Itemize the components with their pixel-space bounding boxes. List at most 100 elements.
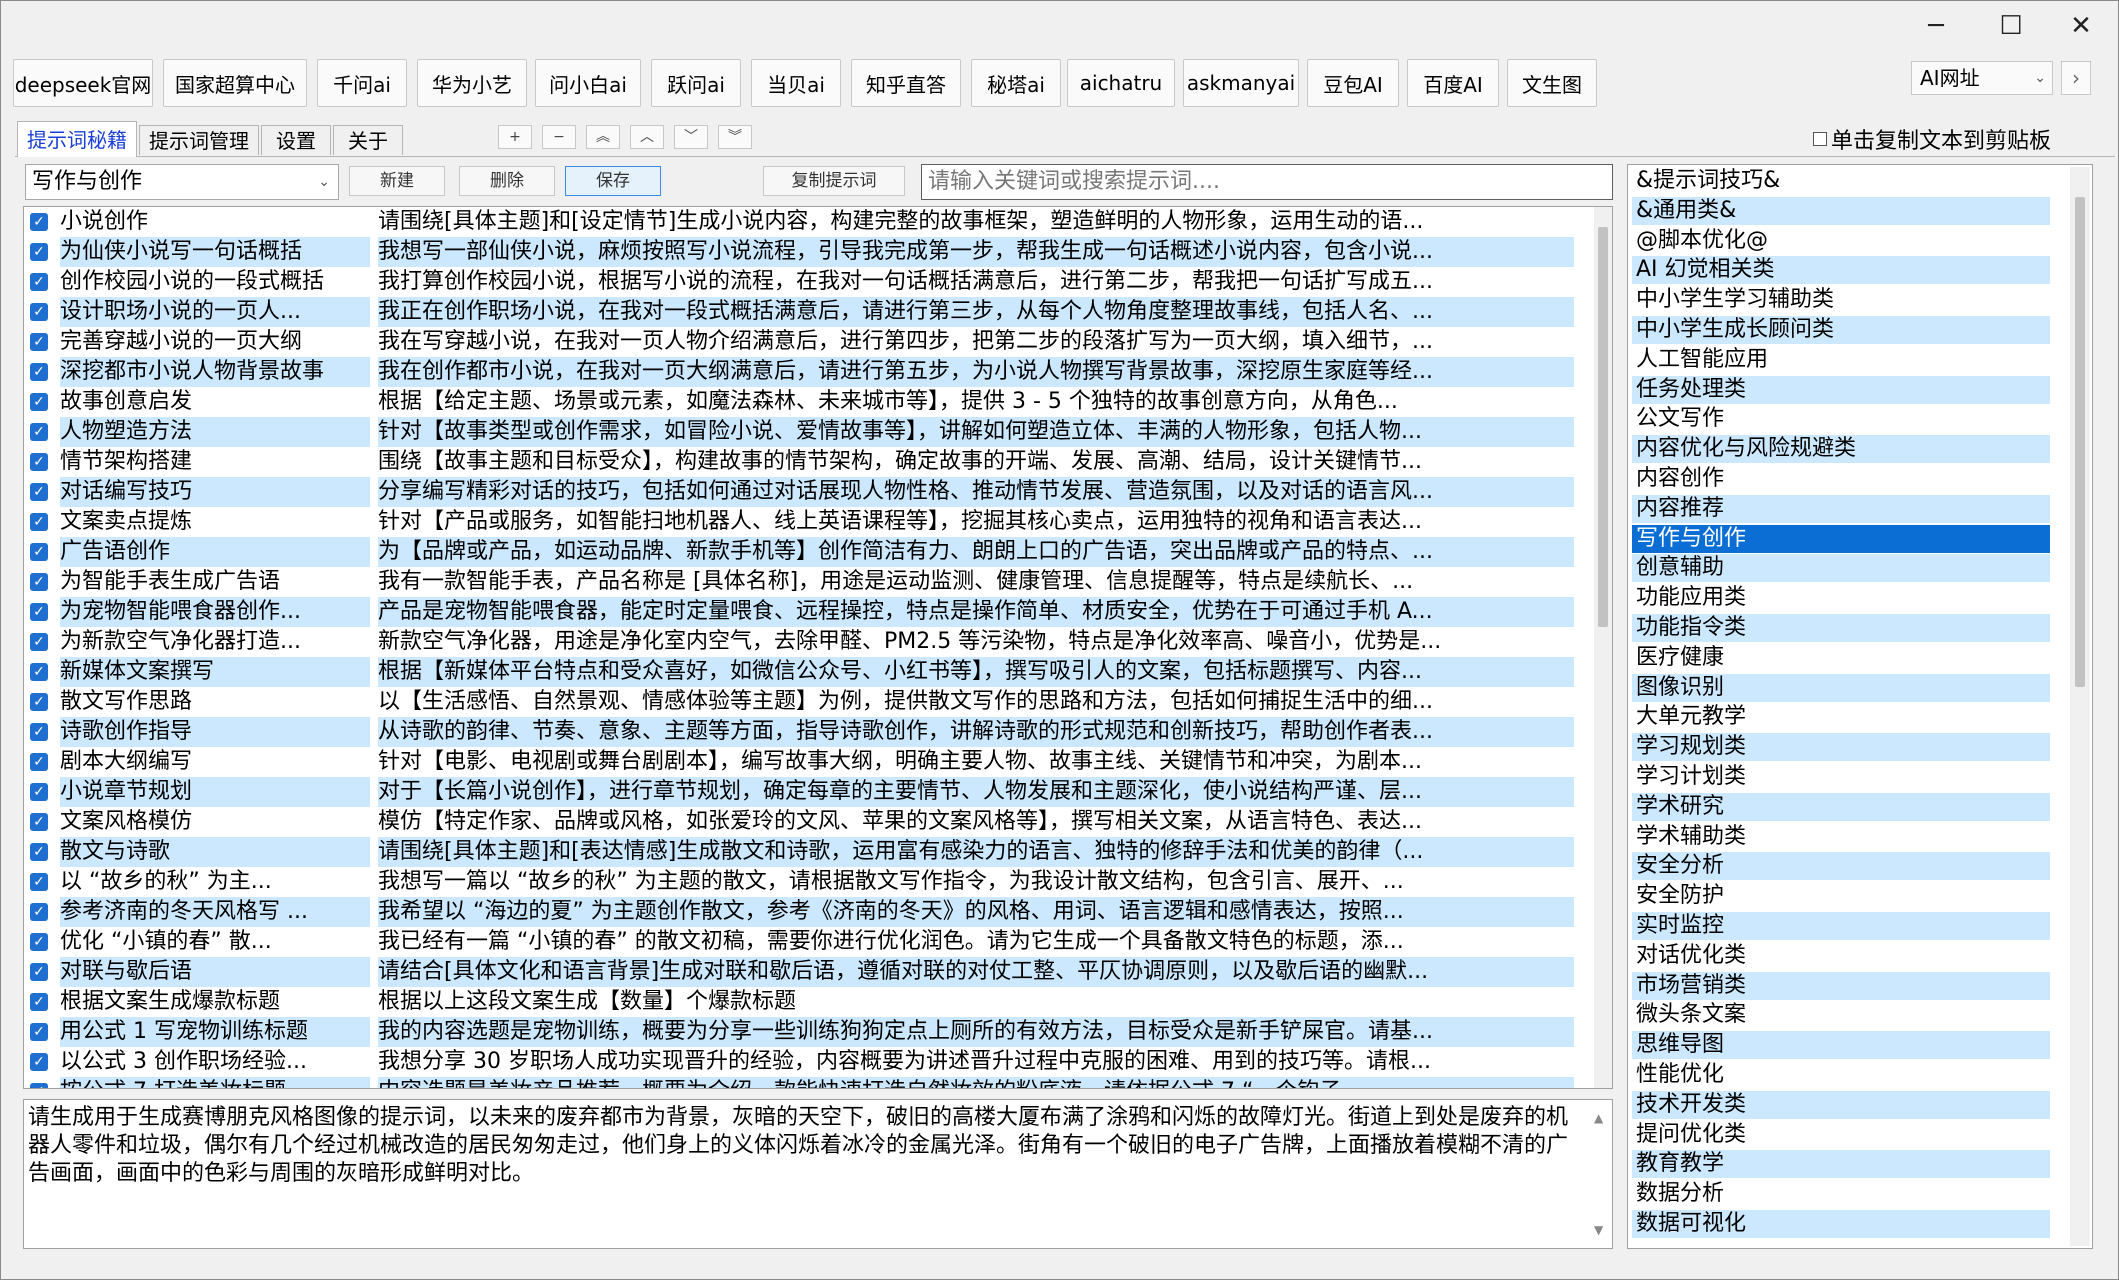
checkbox-checked-icon[interactable]: ✓: [30, 813, 48, 831]
prompt-detail-text[interactable]: 请生成用于生成赛博朋克风格图像的提示词，以未来的废弃都市为背景，灰暗的天空下，破…: [23, 1099, 1613, 1249]
category-list[interactable]: &提示词技巧& &通用类& @脚本优化@ AI 幻觉相关类 中小学生学习辅助类 中小学生成…: [1627, 164, 2093, 1249]
category-item[interactable]: 创意辅助: [1632, 554, 2050, 583]
checkbox-checked-icon[interactable]: ✓: [30, 753, 48, 771]
checkbox-checked-icon[interactable]: ✓: [30, 1053, 48, 1071]
checkbox-checked-icon[interactable]: ✓: [30, 933, 48, 951]
scroll-down-icon[interactable]: ▼: [1594, 1216, 1603, 1244]
nav-button-wenxiaobai[interactable]: 问小白ai: [535, 59, 641, 107]
nav-button-aichatru[interactable]: aichatru: [1067, 59, 1175, 107]
prompt-row[interactable]: ✓ 用公式 1 写宠物训练标题 我的内容选题是宠物训练，概要为分享一些训练狗狗定点上…: [24, 1017, 1574, 1047]
prompt-row[interactable]: ✓ 剧本大纲编写 针对【电影、电视剧或舞台剧剧本】，编写故事大纲，明确主要人物、故事…: [24, 747, 1574, 777]
prompt-row[interactable]: ✓ 故事创意启发 根据【给定主题、场景或元素，如魔法森林、未来城市等】，提供 3 -…: [24, 387, 1574, 417]
category-item[interactable]: 学习规划类: [1632, 733, 2050, 762]
category-item[interactable]: 提问优化类: [1632, 1121, 2050, 1149]
detail-scrollbar[interactable]: ▲ ▼: [1592, 1102, 1610, 1246]
prompt-row[interactable]: ✓ 文案风格模仿 模仿【特定作家、品牌或风格，如张爱玲的文风、苹果的文案风格等】，撰…: [24, 807, 1574, 837]
prompt-row[interactable]: ✓ 为新款空气净化器打造... 新款空气净化器，用途是净化室内空气，去除甲醛、PM2…: [24, 627, 1574, 657]
category-item[interactable]: 内容创作: [1632, 465, 2050, 493]
new-button[interactable]: 新建: [349, 166, 445, 196]
category-item[interactable]: 市场营销类: [1632, 971, 2050, 1000]
prompt-row[interactable]: ✓ 深挖都市小说人物背景故事 我在创作都市小说，在我对一页大纲满意后，请进行第五步，…: [24, 357, 1574, 387]
ai-url-select[interactable]: AI网址 ⌄: [1911, 61, 2053, 95]
prompt-row[interactable]: ✓ 设计职场小说的一页人... 我正在创作职场小说，在我对一段式概括满意后，请进行第…: [24, 297, 1574, 327]
checkbox-checked-icon[interactable]: ✓: [30, 963, 48, 981]
checkbox-checked-icon[interactable]: ✓: [30, 543, 48, 561]
checkbox-checked-icon[interactable]: ✓: [30, 513, 48, 531]
nav-button-baidu[interactable]: 百度AI: [1407, 59, 1499, 107]
checkbox-checked-icon[interactable]: ✓: [30, 993, 48, 1011]
category-item[interactable]: 安全防护: [1632, 882, 2050, 910]
prompt-list[interactable]: ✓ 小说创作 请围绕[具体主题]和[设定情节]生成小说内容，构建完整的故事框架，塑造…: [23, 206, 1613, 1089]
checkbox-checked-icon[interactable]: ✓: [30, 483, 48, 501]
move-down-button[interactable]: ﹀: [674, 125, 708, 149]
category-item[interactable]: 内容推荐: [1632, 494, 2050, 523]
checkbox-checked-icon[interactable]: ✓: [30, 903, 48, 921]
move-bottom-button[interactable]: ︾: [718, 125, 752, 149]
prompt-row[interactable]: ✓ 为仙侠小说写一句话概括 我想写一部仙侠小说，麻烦按照写小说流程，引导我完成第一步…: [24, 237, 1574, 267]
tab-prompt-management[interactable]: 提示词管理: [139, 125, 259, 155]
category-item[interactable]: 思维导图: [1632, 1031, 2050, 1060]
category-item[interactable]: 数据可视化: [1632, 1210, 2050, 1238]
category-item[interactable]: 中小学生学习辅助类: [1632, 286, 2050, 314]
category-item[interactable]: 微头条文案: [1632, 1001, 2050, 1029]
prompt-row[interactable]: ✓ 散文与诗歌 请围绕[具体主题]和[表达情感]生成散文和诗歌，运用富有感染力的语言…: [24, 837, 1574, 867]
category-item[interactable]: 性能优化: [1632, 1061, 2050, 1089]
checkbox-checked-icon[interactable]: ✓: [30, 333, 48, 351]
category-item[interactable]: 学术辅助类: [1632, 823, 2050, 851]
delete-button[interactable]: 删除: [459, 166, 555, 196]
move-up-button[interactable]: ︿: [630, 125, 664, 149]
nav-button-dangbei[interactable]: 当贝ai: [751, 59, 841, 107]
category-item[interactable]: 图像识别: [1632, 673, 2050, 702]
checkbox-checked-icon[interactable]: ✓: [30, 243, 48, 261]
prompt-row[interactable]: ✓ 情节架构搭建 围绕【故事主题和目标受众】，构建故事的情节架构，确定故事的开端、发…: [24, 447, 1574, 477]
category-item[interactable]: &提示词技巧&: [1632, 167, 2050, 195]
category-select[interactable]: 写作与创作 ⌄: [25, 164, 339, 200]
checkbox-checked-icon[interactable]: ✓: [30, 1023, 48, 1041]
checkbox-checked-icon[interactable]: ✓: [30, 303, 48, 321]
nav-button-doubao[interactable]: 豆包AI: [1307, 59, 1399, 107]
nav-button-huawei-xiaoyi[interactable]: 华为小艺: [417, 59, 527, 107]
add-item-button[interactable]: +: [498, 125, 532, 149]
checkbox-checked-icon[interactable]: ✓: [30, 633, 48, 651]
nav-button-qianwen[interactable]: 千问ai: [317, 59, 407, 107]
category-item[interactable]: 医疗健康: [1632, 644, 2050, 672]
category-item[interactable]: 对话优化类: [1632, 942, 2050, 970]
nav-button-supercomputer[interactable]: 国家超算中心: [163, 59, 307, 107]
category-item[interactable]: 内容优化与风险规避类: [1632, 435, 2050, 464]
nav-button-mita[interactable]: 秘塔ai: [971, 59, 1061, 107]
checkbox-checked-icon[interactable]: ✓: [30, 1083, 48, 1088]
minimize-button[interactable]: ─: [1901, 1, 1971, 51]
category-item[interactable]: &通用类&: [1632, 196, 2050, 225]
prompt-row[interactable]: ✓ 散文写作思路 以【生活感悟、自然景观、情感体验等主题】为例，提供散文写作的思路和…: [24, 687, 1574, 717]
nav-button-askmanyai[interactable]: askmanyai: [1183, 59, 1299, 107]
prompt-row[interactable]: ✓ 诗歌创作指导 从诗歌的韵律、节奏、意象、主题等方面，指导诗歌创作，讲解诗歌的形式…: [24, 717, 1574, 747]
prompt-row[interactable]: ✓ 优化 “小镇的春” 散... 我已经有一篇 “小镇的春” 的散文初稿，需要你进行…: [24, 927, 1574, 957]
checkbox-checked-icon[interactable]: ✓: [30, 873, 48, 891]
prompt-row[interactable]: ✓ 广告语创作 为【品牌或产品，如运动品牌、新款手机等】创作简洁有力、朗朗上口的广告…: [24, 537, 1574, 567]
checkbox-checked-icon[interactable]: ✓: [30, 573, 48, 591]
checkbox-checked-icon[interactable]: ✓: [30, 273, 48, 291]
scrollbar-thumb[interactable]: [2075, 197, 2085, 687]
move-top-button[interactable]: ︽: [586, 125, 620, 149]
prompt-row[interactable]: ✓ 完善穿越小说的一页大纲 我在写穿越小说，在我对一页人物介绍满意后，进行第四步，把…: [24, 327, 1574, 357]
remove-item-button[interactable]: −: [542, 125, 576, 149]
nav-button-zhihu[interactable]: 知乎直答: [851, 59, 961, 107]
prompt-row[interactable]: ✓ 按公式 7 打造美妆标题内容选题是美妆产品推荐，概要为介绍一款能快速打造自然妆…: [24, 1077, 1574, 1088]
category-item[interactable]: 写作与创作: [1632, 524, 2050, 553]
prompt-row[interactable]: ✓ 新媒体文案撰写 根据【新媒体平台特点和受众喜好，如微信公众号、小红书等】，撰写吸…: [24, 657, 1574, 687]
scroll-up-icon[interactable]: ▲: [1594, 1104, 1603, 1132]
category-item[interactable]: 大单元教学: [1632, 703, 2050, 731]
category-item[interactable]: 功能应用类: [1632, 584, 2050, 612]
checkbox-checked-icon[interactable]: ✓: [30, 723, 48, 741]
prompt-row[interactable]: ✓ 以 “故乡的秋” 为主... 我想写一篇以 “故乡的秋” 为主题的散文，请根据散…: [24, 867, 1574, 897]
tab-about[interactable]: 关于: [333, 125, 403, 155]
prompt-row[interactable]: ✓ 文案卖点提炼 针对【产品或服务，如智能扫地机器人、线上英语课程等】，挖掘其核心卖…: [24, 507, 1574, 537]
prompt-row[interactable]: ✓ 对联与歇后语 请结合[具体文化和语言背景]生成对联和歇后语，遵循对联的对仗工整、…: [24, 957, 1574, 987]
search-input[interactable]: 请输入关键词或搜索提示词....: [921, 164, 1613, 200]
prompt-row[interactable]: ✓ 为智能手表生成广告语 我有一款智能手表，产品名称是 [具体名称]，用途是运动监测…: [24, 567, 1574, 597]
prompt-row[interactable]: ✓ 参考济南的冬天风格写 ... 我希望以 “海边的夏” 为主题创作散文，参考《济南…: [24, 897, 1574, 927]
category-item[interactable]: 安全分析: [1632, 852, 2050, 881]
checkbox-checked-icon[interactable]: ✓: [30, 663, 48, 681]
checkbox-checked-icon[interactable]: ✓: [30, 843, 48, 861]
copy-to-clipboard-checkbox[interactable]: 单击复制文本到剪贴板: [1813, 123, 2051, 155]
